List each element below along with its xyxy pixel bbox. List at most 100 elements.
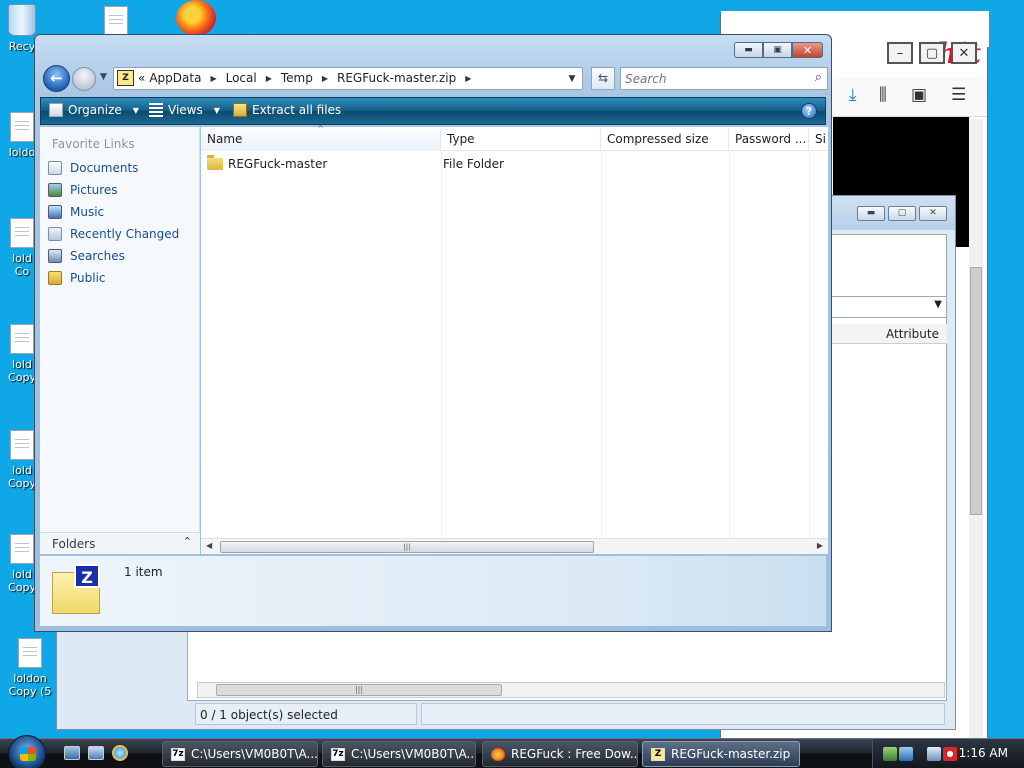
start-button[interactable] xyxy=(8,735,46,768)
search-input[interactable] xyxy=(625,69,805,89)
breadcrumb-separator-icon[interactable]: ▶ xyxy=(210,74,216,83)
document-icon xyxy=(10,534,34,564)
views-button[interactable]: Views ▼ xyxy=(149,103,220,117)
internet-explorer-icon[interactable] xyxy=(112,745,128,761)
fav-label: Public xyxy=(70,271,106,285)
task-label: REGFuck-master.zip xyxy=(671,747,791,761)
fav-label: Recently Changed xyxy=(70,227,180,241)
row-type: File Folder xyxy=(443,157,504,171)
browser-scrollbar-thumb[interactable] xyxy=(970,267,982,515)
col-compressed-size[interactable]: Compressed size xyxy=(601,127,729,151)
close-button[interactable]: ✕ xyxy=(792,42,823,58)
volume-muted-icon[interactable] xyxy=(943,747,957,761)
help-icon[interactable]: ? xyxy=(801,103,817,119)
breadcrumb-overflow[interactable]: « xyxy=(138,71,145,85)
forward-button[interactable] xyxy=(72,67,96,91)
switch-windows-icon[interactable] xyxy=(88,746,104,760)
firefox-desktop-icon[interactable] xyxy=(176,0,216,36)
taskbar-item-firefox[interactable]: REGFuck : Free Dow... xyxy=(482,741,638,767)
scroll-right-icon[interactable]: ▶ xyxy=(817,541,823,550)
taskbar-item-explorer[interactable]: Z REGFuck-master.zip xyxy=(642,741,800,767)
breadcrumb-appdata[interactable]: AppData xyxy=(149,71,201,85)
breadcrumb-separator-icon[interactable]: ▶ xyxy=(465,74,471,83)
extract-all-button[interactable]: Extract all files xyxy=(233,103,341,117)
browser-scrollbar[interactable] xyxy=(969,119,983,739)
maximize-button[interactable]: ▣ xyxy=(763,42,792,58)
breadcrumb-zip[interactable]: REGFuck-master.zip xyxy=(337,71,456,85)
task-label: C:\Users\VM0B0T\A... xyxy=(351,747,476,761)
col-password[interactable]: Password ... xyxy=(729,127,809,151)
sevenzip-hscroll-thumb[interactable]: ||| xyxy=(216,684,502,696)
network-users-icon[interactable] xyxy=(883,747,897,761)
clock[interactable]: 1:16 AM xyxy=(959,746,1008,760)
breadcrumb-separator-icon[interactable]: ▶ xyxy=(322,74,328,83)
public-folder-icon xyxy=(48,271,62,285)
breadcrumb-local[interactable]: Local xyxy=(226,71,257,85)
hscroll-thumb[interactable]: ||| xyxy=(220,541,594,553)
browser-maximize-button[interactable]: ▢ xyxy=(919,42,945,64)
fav-label: Pictures xyxy=(70,183,118,197)
searches-icon xyxy=(48,249,62,263)
fav-searches[interactable]: Searches xyxy=(48,249,125,263)
menu-icon[interactable]: ☰ xyxy=(951,85,966,105)
scroll-left-icon[interactable]: ◀ xyxy=(206,541,212,550)
breadcrumb-separator-icon[interactable]: ▶ xyxy=(266,74,272,83)
col-type[interactable]: Type xyxy=(441,127,601,151)
recent-pages-dropdown[interactable]: ▼ xyxy=(100,72,107,82)
show-desktop-icon[interactable] xyxy=(64,746,80,760)
browser-minimize-button[interactable]: – xyxy=(887,42,913,64)
col-size[interactable]: Si xyxy=(809,127,828,151)
fav-pictures[interactable]: Pictures xyxy=(48,183,118,197)
document-icon xyxy=(10,430,34,460)
library-icon[interactable]: ⫼ xyxy=(879,85,887,105)
taskbar-item-sevenzip-2[interactable]: 7z C:\Users\VM0B0T\A... xyxy=(322,741,476,767)
task-label: REGFuck : Free Dow... xyxy=(511,747,638,761)
document-icon xyxy=(104,6,128,36)
table-row[interactable]: REGFuck-master File Folder xyxy=(207,155,504,173)
favorite-links-header: Favorite Links xyxy=(52,137,135,151)
minimize-button[interactable]: ▬ xyxy=(734,42,763,58)
explorer-window[interactable]: ▬ ▣ ✕ ← ▼ Z « AppData ▶ Local ▶ Temp ▶ R… xyxy=(34,34,832,632)
sevenzip-hscroll[interactable]: ||| xyxy=(197,682,945,698)
search-icon[interactable]: ⌕ xyxy=(815,70,822,85)
taskbar-item-sevenzip-1[interactable]: 7z C:\Users\VM0B0T\A... xyxy=(162,741,318,767)
browser-close-button[interactable]: ✕ xyxy=(951,42,977,64)
chevron-up-icon[interactable]: ⌃ xyxy=(183,535,192,548)
fav-public[interactable]: Public xyxy=(48,271,106,285)
sevenzip-close-button[interactable]: ✕ xyxy=(919,206,947,221)
sidebar-icon[interactable]: ▣ xyxy=(911,85,927,105)
address-bar[interactable]: Z « AppData ▶ Local ▶ Temp ▶ REGFuck-mas… xyxy=(113,67,583,90)
fav-documents[interactable]: Documents xyxy=(48,161,138,175)
folders-toggle[interactable]: Folders ⌃ xyxy=(40,532,200,554)
document-icon xyxy=(10,112,34,142)
address-dropdown-icon[interactable]: ▼ xyxy=(564,70,580,88)
fav-recently-changed[interactable]: Recently Changed xyxy=(48,227,179,241)
chevron-down-icon[interactable]: ▼ xyxy=(934,299,942,310)
fav-label: Music xyxy=(70,205,105,219)
tray-app-icon[interactable] xyxy=(899,747,913,761)
breadcrumb-temp[interactable]: Temp xyxy=(281,71,313,85)
fav-music[interactable]: Music xyxy=(48,205,104,219)
music-icon xyxy=(48,205,62,219)
file-list-hscroll[interactable]: ◀ ||| ▶ xyxy=(201,538,828,554)
taskbar: 7z C:\Users\VM0B0T\A... 7z C:\Users\VM0B… xyxy=(0,735,1024,768)
row-name: REGFuck-master xyxy=(228,157,328,171)
organize-label: Organize xyxy=(68,103,122,117)
sevenzip-col-attribute[interactable]: Attribute xyxy=(886,327,939,341)
download-icon[interactable]: ⤓ xyxy=(849,85,857,105)
document-icon xyxy=(10,324,34,354)
documents-icon xyxy=(48,161,62,175)
views-icon xyxy=(149,103,163,117)
navigation-pane: Favorite Links Documents Pictures Music … xyxy=(40,127,200,554)
search-box[interactable]: ⌕ xyxy=(620,67,828,90)
refresh-button[interactable]: ⇆ xyxy=(591,67,615,90)
sevenzip-maximize-button[interactable]: ▢ xyxy=(888,206,916,221)
document-icon xyxy=(18,638,42,668)
network-icon[interactable] xyxy=(927,747,941,761)
desktop-file-icon[interactable]: loldon Copy (5 xyxy=(6,638,54,698)
zip-folder-icon: Z xyxy=(117,70,134,86)
back-button[interactable]: ← xyxy=(43,65,70,92)
sevenzip-minimize-button[interactable]: ▬ xyxy=(857,206,885,221)
file-list[interactable]: Name ^ Type Compressed size Password ...… xyxy=(201,124,828,554)
organize-button[interactable]: Organize ▼ xyxy=(49,103,139,117)
